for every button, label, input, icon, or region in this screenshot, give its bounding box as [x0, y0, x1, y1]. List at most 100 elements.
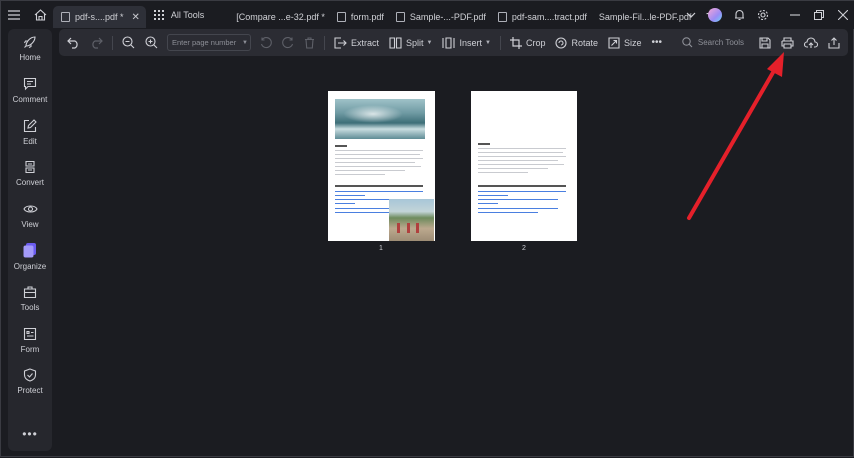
home-icon[interactable]	[27, 1, 53, 29]
cloud-upload-button[interactable]	[799, 29, 823, 56]
tab-pdf-sam-tract[interactable]: pdf-sam....tract.pdf	[492, 6, 593, 28]
toolbox-icon	[23, 286, 37, 299]
zoom-in-button[interactable]	[140, 29, 163, 56]
sidebar-item-view[interactable]: View	[8, 202, 52, 229]
page-number-label: 1	[379, 245, 383, 252]
all-tools-label: All Tools	[170, 10, 205, 20]
rotate-button[interactable]: Rotate	[550, 29, 603, 56]
sidebar-item-label: Comment	[12, 95, 48, 104]
page-photo	[335, 99, 425, 139]
sidebar-item-label: View	[21, 220, 39, 229]
main-toolbar: ▼ Extract Split ▼ Insert ▼ Crop	[59, 29, 848, 56]
convert-icon	[25, 160, 35, 174]
redo-button[interactable]	[85, 29, 108, 56]
split-label: Split	[406, 37, 424, 48]
sidebar-item-protect[interactable]: Protect	[8, 368, 52, 395]
sidebar-item-edit[interactable]: Edit	[8, 119, 52, 146]
sidebar-item-label: Convert	[15, 178, 44, 187]
search-tools-label: Search Tools	[697, 38, 744, 47]
zoom-out-icon	[122, 36, 135, 49]
organize-icon	[23, 243, 36, 258]
resize-icon	[608, 36, 620, 49]
page-number-field[interactable]: ▼	[167, 34, 251, 51]
sidebar-more-button[interactable]: •••	[8, 427, 52, 441]
hamburger-menu-icon[interactable]	[1, 1, 27, 29]
tab-pdf-s[interactable]: pdf-s....pdf * ✕	[53, 6, 146, 28]
bell-icon[interactable]	[727, 1, 751, 29]
tab-form[interactable]: form.pdf	[331, 6, 390, 28]
rotate-right-button[interactable]	[277, 29, 299, 56]
form-icon	[23, 327, 37, 341]
save-icon	[759, 36, 771, 49]
app-window: pdf-s....pdf * ✕ All Tools [Compare ...e…	[0, 0, 854, 457]
rotate-icon	[555, 36, 568, 49]
tab-compare[interactable]: [Compare ...e-32.pdf *	[230, 6, 331, 28]
close-tab-icon[interactable]: ✕	[132, 12, 140, 23]
restore-icon[interactable]	[807, 1, 831, 29]
sidebar-item-home[interactable]: Home	[8, 35, 52, 62]
page-thumbnails-canvas: 1 2	[59, 59, 848, 451]
sidebar-item-tools[interactable]: Tools	[8, 285, 52, 312]
chevron-down-icon: ▼	[426, 39, 433, 46]
sidebar-item-convert[interactable]: Convert	[8, 160, 52, 187]
edit-icon	[23, 119, 37, 133]
zoom-out-button[interactable]	[117, 29, 140, 56]
toolbar-divider	[112, 35, 113, 50]
extract-label: Extract	[351, 37, 380, 48]
rotate-right-icon	[282, 36, 294, 48]
avatar[interactable]	[703, 1, 727, 29]
printer-icon	[781, 36, 794, 49]
delete-page-button[interactable]	[299, 29, 320, 56]
undo-icon	[67, 37, 78, 49]
extract-icon	[334, 36, 347, 49]
page-photo	[389, 199, 434, 241]
sidebar-item-form[interactable]: Form	[8, 327, 52, 354]
minimize-icon[interactable]	[783, 1, 807, 29]
window-controls	[679, 1, 854, 29]
search-tools-field[interactable]: Search Tools	[682, 37, 754, 48]
document-icon	[395, 12, 405, 22]
page-thumbnail-2[interactable]	[471, 91, 577, 241]
share-button[interactable]	[823, 29, 848, 56]
size-button[interactable]: Size	[603, 29, 647, 56]
more-tools-button[interactable]: •••	[647, 29, 668, 56]
split-button[interactable]: Split ▼	[384, 29, 437, 56]
sidebar-item-label: Home	[19, 53, 41, 62]
all-tools-button[interactable]: All Tools	[146, 1, 212, 29]
comment-icon	[23, 77, 37, 91]
page-number-input[interactable]	[172, 38, 242, 47]
toolbar-divider	[499, 35, 501, 50]
shield-icon	[23, 368, 37, 382]
extract-button[interactable]: Extract	[329, 29, 384, 56]
rotate-left-button[interactable]	[255, 29, 277, 56]
print-button[interactable]	[776, 29, 799, 56]
insert-button[interactable]: Insert ▼	[437, 29, 495, 56]
redo-icon	[92, 37, 103, 49]
left-sidebar: Home Comment Edit Convert View Organize …	[8, 29, 52, 451]
crop-icon	[509, 36, 522, 49]
share-upload-icon	[828, 36, 840, 49]
rocket-icon	[24, 36, 36, 48]
document-icon	[61, 12, 70, 22]
chevron-down-icon[interactable]: ▼	[242, 40, 248, 46]
close-window-icon[interactable]	[831, 1, 854, 29]
sidebar-item-comment[interactable]: Comment	[8, 77, 52, 104]
eye-icon	[22, 205, 38, 213]
crop-label: Crop	[525, 37, 546, 48]
sidebar-item-organize[interactable]: Organize	[8, 242, 52, 271]
gear-icon[interactable]	[751, 1, 775, 29]
page-number-label: 2	[522, 245, 526, 252]
insert-icon	[442, 36, 456, 49]
crop-button[interactable]: Crop	[505, 29, 551, 56]
chevron-down-icon[interactable]	[679, 1, 703, 29]
page-thumbnail-1[interactable]	[328, 91, 435, 241]
undo-button[interactable]	[59, 29, 85, 56]
insert-label: Insert	[459, 37, 482, 48]
toolbar-divider	[324, 35, 325, 50]
title-bar: pdf-s....pdf * ✕ All Tools [Compare ...e…	[1, 1, 854, 29]
tab-label: Sample-Fil...le-PDF.pdf	[598, 12, 692, 22]
document-icon	[497, 12, 507, 22]
save-button[interactable]	[754, 29, 776, 56]
tab-sample-pdf[interactable]: Sample-...-PDF.pdf	[390, 6, 492, 28]
tab-label: pdf-s....pdf *	[75, 12, 124, 22]
